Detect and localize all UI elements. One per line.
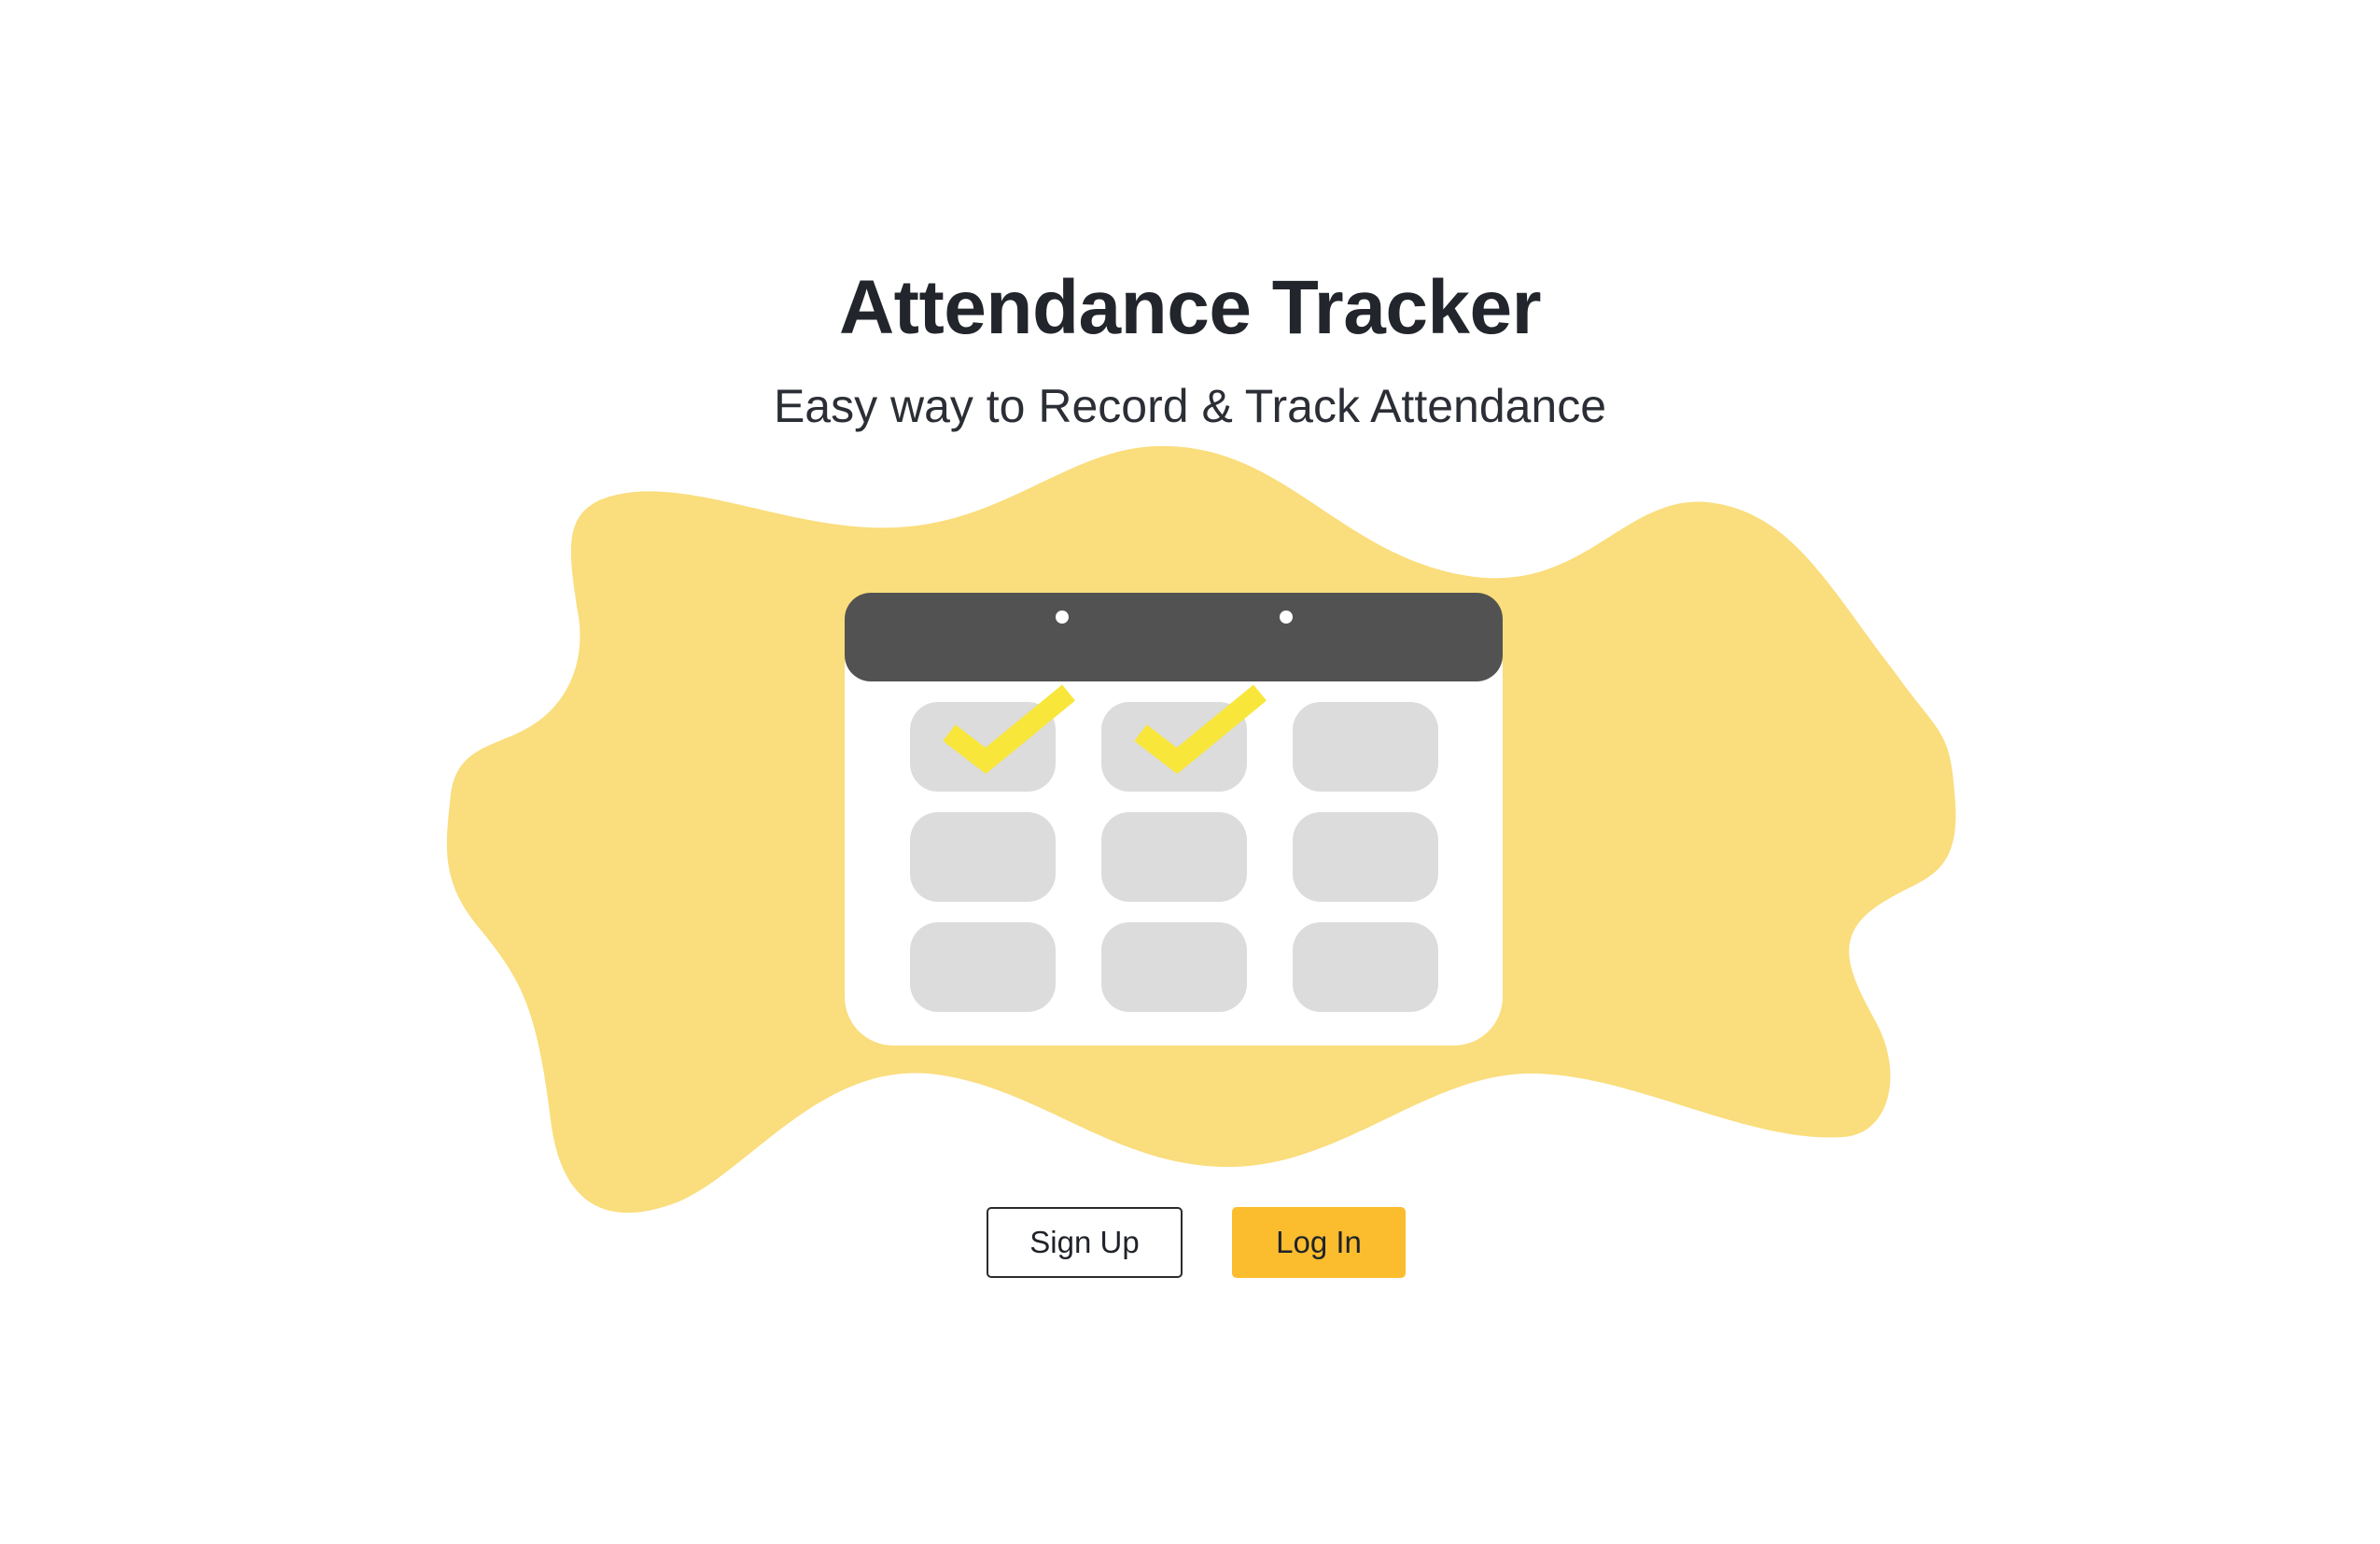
signup-button-label: Sign Up [1029, 1225, 1140, 1259]
hero-illustration [446, 445, 1956, 1214]
calendar-header [845, 593, 1503, 681]
calendar-ring-left [1056, 611, 1069, 624]
landing-page: Attendance Tracker Easy way to Record & … [0, 0, 2380, 1544]
page-title: Attendance Tracker [838, 265, 1542, 350]
calendar-ring-right [1280, 611, 1293, 624]
day-cell [1101, 922, 1247, 1012]
day-cell [910, 922, 1056, 1012]
day-cell [1293, 702, 1438, 792]
login-button-label: Log In [1276, 1225, 1362, 1259]
signup-button[interactable]: Sign Up [987, 1207, 1183, 1278]
page-subtitle: Easy way to Record & Track Attendance [773, 380, 1607, 432]
day-cell [1101, 812, 1247, 902]
day-cell [1293, 922, 1438, 1012]
day-cell [1293, 812, 1438, 902]
day-cell [910, 812, 1056, 902]
login-button[interactable]: Log In [1232, 1207, 1406, 1278]
